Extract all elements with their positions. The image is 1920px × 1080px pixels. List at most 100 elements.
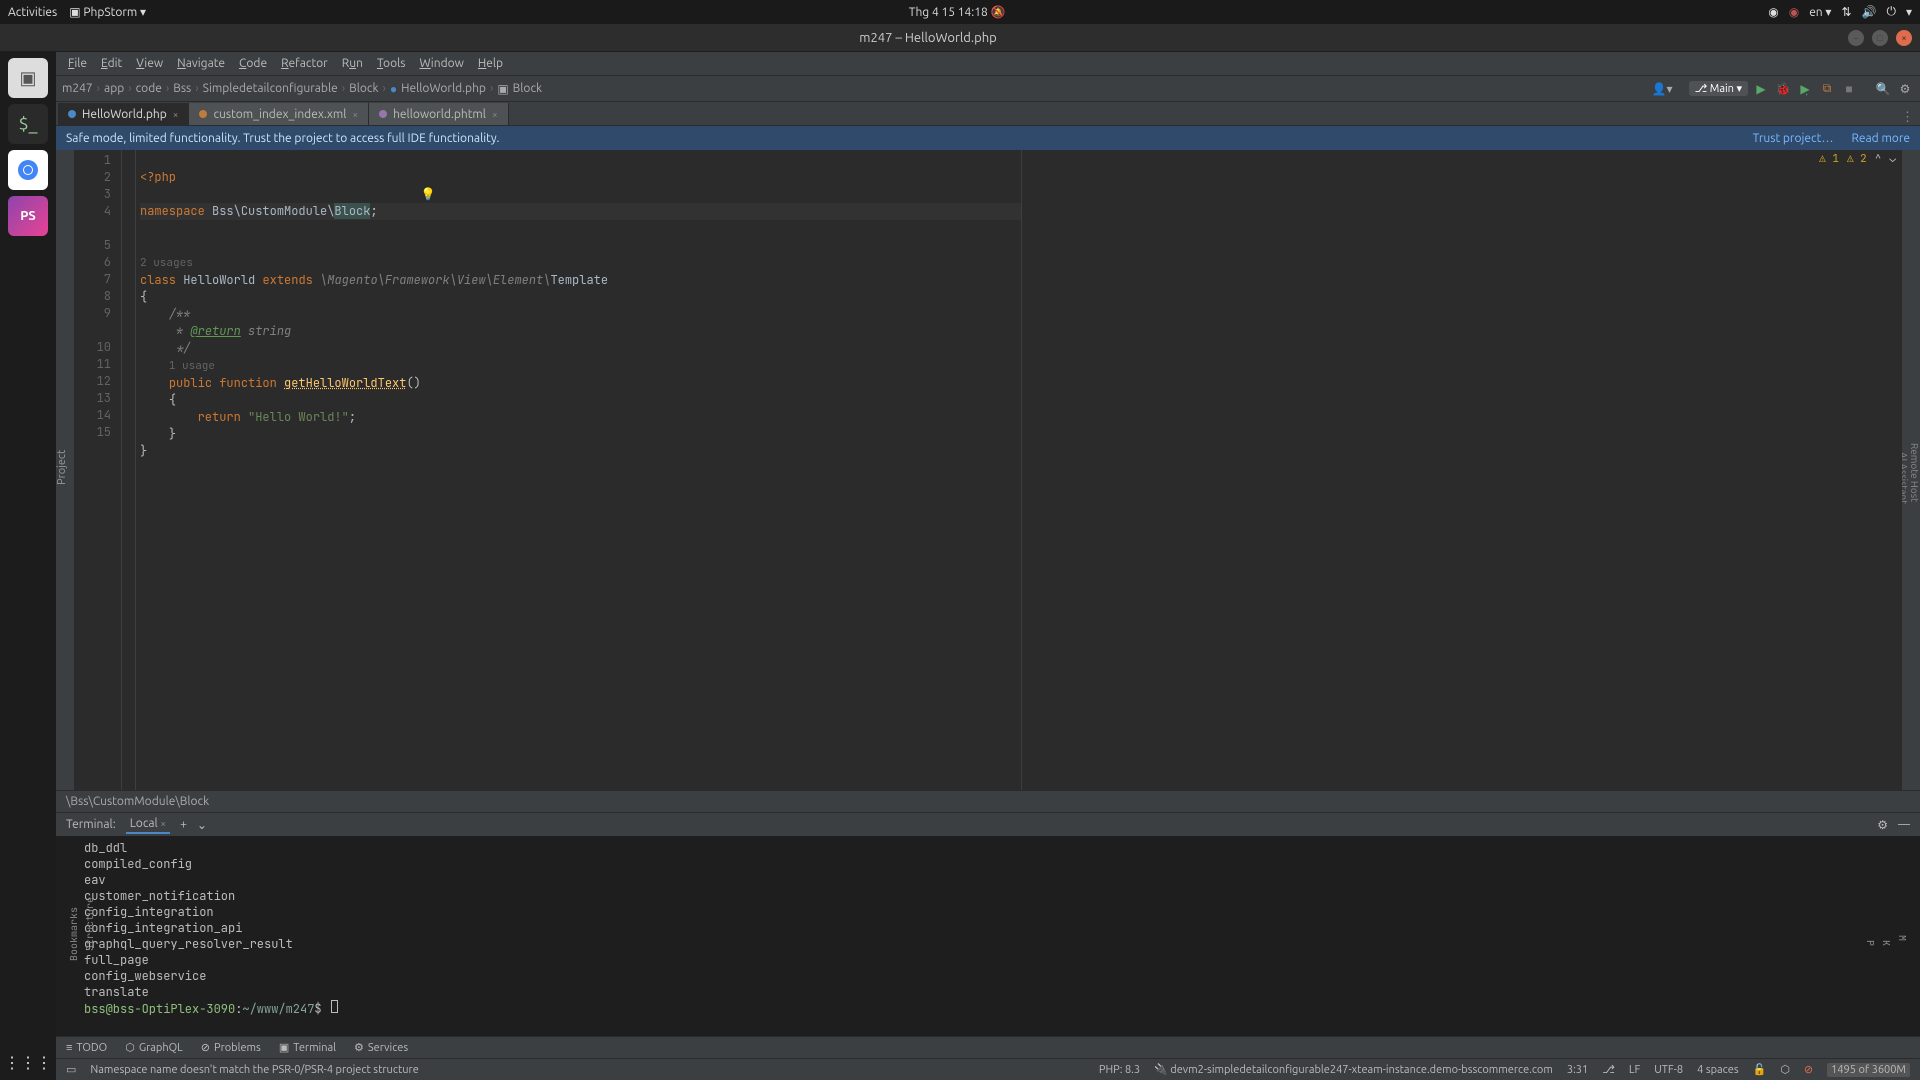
tab-helloworld-phtml[interactable]: helloworld.phtml × <box>369 103 509 125</box>
status-read-icon[interactable]: ⬡ <box>1780 1063 1790 1076</box>
crumb-item[interactable]: code <box>136 82 162 95</box>
settings-icon[interactable]: ⚙ <box>1896 80 1914 98</box>
network-icon[interactable]: ⇅ <box>1841 5 1851 19</box>
status-encoding[interactable]: UTF-8 <box>1654 1064 1683 1076</box>
tab-label: custom_index_index.xml <box>213 108 346 121</box>
chevron-down-icon[interactable]: ▾ <box>1906 5 1912 19</box>
files-icon[interactable]: ▣ <box>8 58 48 98</box>
tab-menu-icon[interactable]: ⋮ <box>1895 110 1920 125</box>
close-icon[interactable]: × <box>352 109 358 120</box>
project-tool-tab[interactable]: Project <box>56 150 74 790</box>
terminal-hide-icon[interactable]: — <box>1898 818 1910 832</box>
right-tool-tabs[interactable]: Remote Host AI Assistant Notifications <box>1902 150 1920 790</box>
tab-helloworld-php[interactable]: HelloWorld.php × <box>58 103 189 125</box>
crumb-item[interactable]: Block <box>349 82 378 95</box>
read-more-link[interactable]: Read more <box>1851 132 1910 145</box>
window-title: m247 – HelloWorld.php <box>8 31 1848 45</box>
activities[interactable]: Activities <box>8 6 57 19</box>
menu-window[interactable]: Window <box>413 55 469 72</box>
editor-tabs: HelloWorld.php × custom_index_index.xml … <box>56 102 1920 126</box>
status-memory[interactable]: 1495 of 3600M <box>1827 1063 1910 1077</box>
close-icon[interactable]: × <box>492 109 498 120</box>
menu-run[interactable]: Run <box>336 55 369 72</box>
close-icon[interactable]: × <box>173 109 179 120</box>
window-minimize[interactable]: – <box>1848 30 1864 46</box>
status-indent[interactable]: 4 spaces <box>1697 1064 1739 1076</box>
fold-gutter[interactable] <box>122 150 136 790</box>
menu-code[interactable]: Code <box>233 55 273 72</box>
chrome-icon[interactable] <box>8 150 48 190</box>
status-host[interactable]: 🔌 devm2-simpledetailconfigurable247-xtea… <box>1154 1063 1553 1076</box>
stop-icon[interactable]: ■ <box>1840 80 1858 98</box>
terminal-body[interactable]: Bookmarks Structure db_ddl compiled_conf… <box>56 836 1920 1036</box>
status-lineend[interactable]: LF <box>1629 1064 1640 1076</box>
status-php[interactable]: PHP: 8.3 <box>1099 1064 1140 1076</box>
banner-text: Safe mode, limited functionality. Trust … <box>66 132 499 145</box>
crumb-item[interactable]: Simpledetailconfigurable <box>203 82 338 95</box>
chrome-tray-icon[interactable]: ◉ <box>1768 5 1778 19</box>
menu-bar: File Edit View Navigate Code Refactor Ru… <box>56 52 1920 76</box>
terminal-header: Terminal: Local × + ⌄ ⚙ — <box>56 812 1920 836</box>
editor-crumbbar[interactable]: \Bss\CustomModule\Block <box>56 790 1920 812</box>
terminal-tab-local[interactable]: Local × <box>126 815 170 834</box>
run-cov-icon[interactable]: ▶̣ <box>1796 80 1814 98</box>
terminal-icon[interactable]: $_ <box>8 104 48 144</box>
status-bar: ▭ Namespace name doesn't match the PSR-0… <box>56 1058 1920 1080</box>
phtml-file-icon <box>379 110 387 118</box>
status-msg-icon: ▭ <box>66 1063 76 1076</box>
menu-edit[interactable]: Edit <box>95 55 128 72</box>
tab-label: HelloWorld.php <box>82 108 167 121</box>
xml-file-icon <box>199 110 207 118</box>
menu-view[interactable]: View <box>130 55 169 72</box>
crumb-item[interactable]: Block <box>513 82 542 95</box>
crumb-item[interactable]: app <box>104 82 124 95</box>
php-file-icon <box>68 110 76 118</box>
crumb-item[interactable]: HelloWorld.php <box>401 82 486 95</box>
phpstorm-icon[interactable]: PS <box>8 196 48 236</box>
power-icon[interactable]: ⏻ <box>1886 5 1896 19</box>
window-maximize[interactable]: □ <box>1872 30 1888 46</box>
tool-problems[interactable]: ⊘ Problems <box>201 1041 261 1054</box>
search-icon[interactable]: 🔍 <box>1874 80 1892 98</box>
inspection-widget[interactable]: ⚠ 1 ⚠ 2 ^⌄ <box>1819 152 1896 166</box>
volume-icon[interactable]: 🔊 <box>1862 5 1877 19</box>
show-apps-icon[interactable]: ⋮⋮⋮ <box>4 1053 52 1072</box>
crumb-item[interactable]: Bss <box>173 82 191 95</box>
status-pos[interactable]: 3:31 <box>1567 1064 1588 1076</box>
tool-graphql[interactable]: ⬡ GraphQL <box>125 1041 183 1054</box>
terminal-label: Terminal: <box>66 818 116 831</box>
breadcrumb: m247› app› code› Bss› Simpledetailconfig… <box>62 82 542 96</box>
status-warn-icon[interactable]: ⊘ <box>1804 1063 1813 1076</box>
menu-tools[interactable]: Tools <box>371 55 412 72</box>
terminal-dropdown-icon[interactable]: ⌄ <box>197 818 207 832</box>
menu-file[interactable]: File <box>62 55 93 72</box>
sys-clock: Thg 4 15 14:18 <box>909 6 988 19</box>
status-git-icon[interactable]: ⎇ <box>1602 1063 1615 1076</box>
debug-icon[interactable]: 🐞 <box>1774 80 1792 98</box>
menu-help[interactable]: Help <box>472 55 509 72</box>
terminal-add-tab[interactable]: + <box>180 818 187 831</box>
status-message[interactable]: Namespace name doesn't match the PSR-0/P… <box>90 1064 418 1076</box>
tab-custom-index-xml[interactable]: custom_index_index.xml × <box>189 103 369 125</box>
lang-indicator[interactable]: en ▾ <box>1809 5 1831 19</box>
intention-bulb-icon[interactable]: 💡 <box>421 186 436 202</box>
trust-project-link[interactable]: Trust project… <box>1753 132 1834 145</box>
menu-navigate[interactable]: Navigate <box>171 55 231 72</box>
tool-todo[interactable]: ≡ TODO <box>66 1042 107 1054</box>
profile-icon[interactable]: ⧉ <box>1818 80 1836 98</box>
tool-terminal[interactable]: ▣ Terminal <box>279 1041 336 1054</box>
safe-mode-banner: Safe mode, limited functionality. Trust … <box>56 126 1920 150</box>
status-lock-icon[interactable]: 🔓 <box>1753 1063 1767 1076</box>
terminal-settings-icon[interactable]: ⚙ <box>1877 818 1888 832</box>
git-branch[interactable]: ⎇ Main ▾ <box>1689 81 1748 96</box>
tray-icon[interactable]: ◉ <box>1789 5 1799 19</box>
window-close[interactable]: × <box>1896 30 1912 46</box>
bottom-toolstrip: ≡ TODO ⬡ GraphQL ⊘ Problems ▣ Terminal ⚙… <box>56 1036 1920 1058</box>
crumb-item[interactable]: m247 <box>62 82 93 95</box>
menu-refactor[interactable]: Refactor <box>275 55 334 72</box>
code-editor[interactable]: 123456789101112131415 <?php 💡 namespace … <box>74 150 1902 790</box>
tool-services[interactable]: ⚙ Services <box>354 1041 408 1054</box>
app-menu[interactable]: ▣ PhpStorm ▾ <box>69 5 146 19</box>
run-icon[interactable]: ▶ <box>1752 80 1770 98</box>
user-icon[interactable]: 👤▾ <box>1652 82 1673 96</box>
